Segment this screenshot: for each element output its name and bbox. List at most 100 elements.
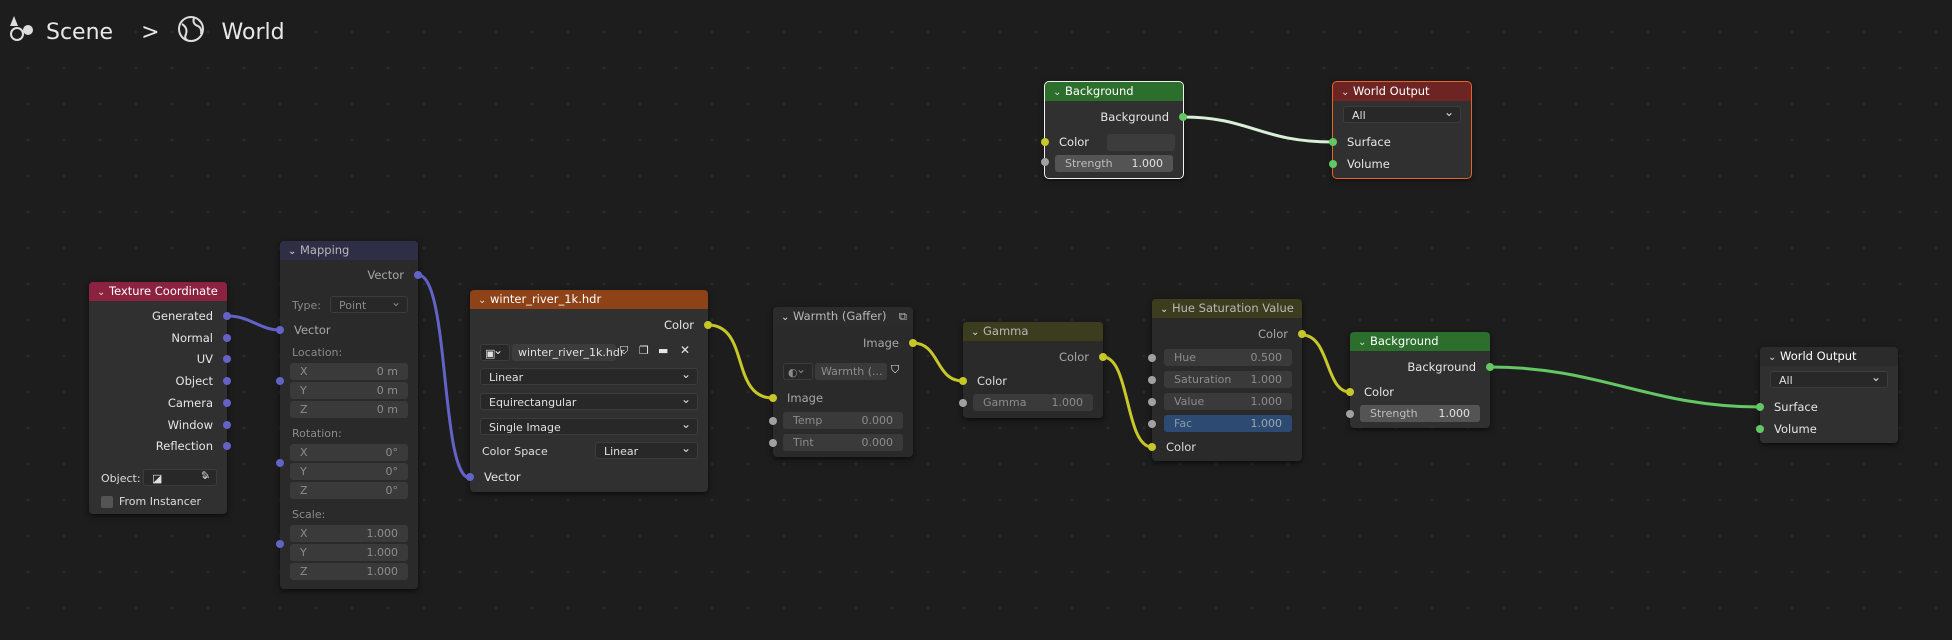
node-header[interactable]: ⌄ Background bbox=[1350, 332, 1490, 351]
output-socket[interactable] bbox=[223, 355, 231, 363]
collapse-icon[interactable]: ⌄ bbox=[478, 291, 490, 309]
breadcrumb-scene[interactable]: Scene bbox=[46, 20, 113, 45]
output-socket[interactable] bbox=[1486, 363, 1494, 371]
location-y-field[interactable]: Y0 m bbox=[290, 382, 408, 399]
input-socket[interactable] bbox=[769, 417, 777, 425]
rotation-z-field[interactable]: Z 0° bbox=[290, 482, 408, 499]
input-socket[interactable] bbox=[769, 439, 777, 447]
input-socket[interactable] bbox=[1148, 376, 1156, 384]
hue-field[interactable]: Hue 0.500 bbox=[1164, 349, 1292, 366]
collapse-icon[interactable]: ⌄ bbox=[97, 283, 109, 301]
texture-coordinate-node[interactable]: ⌄ Texture Coordinate Generated Normal UV … bbox=[89, 282, 231, 514]
image-name-field[interactable]: winter_river_1k.hdr bbox=[512, 344, 624, 361]
scale-z-field[interactable]: Z 1.000 bbox=[290, 563, 408, 580]
fac-field[interactable]: Fac 1.000 bbox=[1164, 415, 1292, 432]
input-socket[interactable] bbox=[959, 377, 967, 385]
group-name-field[interactable]: Warmth (... bbox=[815, 363, 887, 380]
input-socket[interactable] bbox=[466, 473, 474, 481]
collapse-icon[interactable]: ⌄ bbox=[1768, 348, 1780, 366]
from-instancer-checkbox[interactable] bbox=[101, 496, 113, 508]
output-socket[interactable] bbox=[1298, 330, 1306, 338]
collapse-icon[interactable]: ⌄ bbox=[1341, 83, 1353, 101]
mapping-node[interactable]: ⌄Mapping Vector Type: Point Vector Locat… bbox=[276, 241, 422, 589]
tint-field[interactable]: Tint 0.000 bbox=[783, 434, 903, 451]
target-dropdown[interactable]: All bbox=[1770, 369, 1888, 388]
node-header[interactable]: ⌄ World Output bbox=[1333, 82, 1471, 101]
collapse-icon[interactable]: ⌄ bbox=[288, 242, 300, 260]
input-socket[interactable] bbox=[276, 540, 284, 548]
input-socket[interactable] bbox=[1148, 354, 1156, 362]
node-header[interactable]: ⌄ Texture Coordinate bbox=[89, 282, 227, 301]
node-header[interactable]: ⌄ winter_river_1k.hdr bbox=[470, 290, 708, 309]
source-dropdown[interactable]: Single Image bbox=[480, 416, 698, 435]
unlink-icon[interactable]: ✕ bbox=[680, 343, 690, 357]
breadcrumb-world[interactable]: World bbox=[222, 20, 285, 45]
rotation-y-field[interactable]: Y 0° bbox=[290, 463, 408, 480]
color-space-dropdown[interactable]: Linear bbox=[595, 440, 698, 459]
fake-user-icon[interactable]: ⛉ bbox=[891, 363, 899, 377]
saturation-field[interactable]: Saturation 1.000 bbox=[1164, 371, 1292, 388]
eyedropper-icon[interactable]: ✎ bbox=[201, 469, 210, 482]
rotation-x-field[interactable]: X 0° bbox=[290, 444, 408, 461]
location-x-field[interactable]: X0 m bbox=[290, 363, 408, 380]
input-socket[interactable] bbox=[1329, 138, 1337, 146]
input-socket[interactable] bbox=[1346, 410, 1354, 418]
gamma-node[interactable]: ⌄ Gamma Color Color Gamma 1.000 bbox=[959, 322, 1107, 418]
interpolation-dropdown[interactable]: Linear bbox=[480, 366, 698, 385]
output-socket[interactable] bbox=[223, 421, 231, 429]
output-socket[interactable] bbox=[909, 339, 917, 347]
world-output-node[interactable]: ⌄World Output All Surface Volume bbox=[1756, 347, 1898, 443]
background-node-top[interactable]: ⌄ Background Background Color Strength 1.0… bbox=[1041, 81, 1187, 179]
target-dropdown[interactable]: All bbox=[1343, 104, 1461, 123]
node-header[interactable]: ⌄ Warmth (Gaffer) ⧉ bbox=[773, 307, 913, 326]
input-socket[interactable] bbox=[1346, 388, 1354, 396]
input-socket[interactable] bbox=[1148, 443, 1156, 451]
hue-saturation-value-node[interactable]: ⌄ Hue Saturation Value Color Hue 0.500 Sat… bbox=[1148, 299, 1306, 461]
output-socket[interactable] bbox=[414, 271, 422, 279]
color-swatch[interactable] bbox=[1107, 134, 1175, 151]
node-header[interactable]: ⌄ World Output bbox=[1760, 347, 1898, 366]
output-socket[interactable] bbox=[223, 377, 231, 385]
input-socket[interactable] bbox=[1329, 160, 1337, 168]
input-socket[interactable] bbox=[1756, 425, 1764, 433]
collapse-icon[interactable]: ⌄ bbox=[971, 323, 983, 341]
output-socket[interactable] bbox=[223, 442, 231, 450]
output-socket[interactable] bbox=[223, 312, 231, 320]
node-header[interactable]: ⌄ Mapping bbox=[280, 241, 418, 260]
node-header[interactable]: ⌄ Gamma bbox=[963, 322, 1103, 341]
duplicate-icon[interactable]: ❐ bbox=[639, 344, 649, 357]
environment-texture-node[interactable]: ⌄winter_river_1k.hdr Color ▣ winter_rive… bbox=[466, 290, 712, 492]
output-socket[interactable] bbox=[1099, 353, 1107, 361]
type-dropdown[interactable]: Point bbox=[330, 294, 408, 313]
collapse-icon[interactable]: ⌄ bbox=[1358, 333, 1370, 351]
scale-y-field[interactable]: Y 1.000 bbox=[290, 544, 408, 561]
value-field[interactable]: Value 1.000 bbox=[1164, 393, 1292, 410]
input-socket[interactable] bbox=[1148, 398, 1156, 406]
input-socket[interactable] bbox=[1041, 158, 1049, 166]
gamma-field[interactable]: Gamma 1.000 bbox=[973, 394, 1093, 411]
group-icon[interactable]: ⧉ bbox=[899, 307, 907, 326]
input-socket[interactable] bbox=[959, 399, 967, 407]
fake-user-icon[interactable]: ⛉ bbox=[620, 344, 628, 358]
image-browse-button[interactable]: ▣ bbox=[480, 342, 510, 361]
node-header[interactable]: ⌄ Hue Saturation Value bbox=[1152, 299, 1302, 318]
output-socket[interactable] bbox=[223, 399, 231, 407]
input-socket[interactable] bbox=[1041, 138, 1049, 146]
group-browse-button[interactable]: ◐ bbox=[783, 361, 813, 380]
strength-field[interactable]: Strength 1.000 bbox=[1360, 405, 1480, 422]
input-socket[interactable] bbox=[769, 394, 777, 402]
open-folder-icon[interactable]: ▬ bbox=[658, 344, 668, 357]
collapse-icon[interactable]: ⌄ bbox=[1160, 300, 1172, 318]
input-socket[interactable] bbox=[276, 377, 284, 385]
input-socket[interactable] bbox=[276, 459, 284, 467]
temp-field[interactable]: Temp 0.000 bbox=[783, 412, 903, 429]
world-output-node-top[interactable]: ⌄World Output All Surface Volume bbox=[1329, 81, 1472, 179]
strength-field[interactable]: Strength 1.000 bbox=[1055, 155, 1173, 172]
background-node[interactable]: ⌄ Background Background Color Strength 1.0… bbox=[1346, 332, 1494, 428]
projection-dropdown[interactable]: Equirectangular bbox=[480, 391, 698, 410]
collapse-icon[interactable]: ⌄ bbox=[1053, 83, 1065, 101]
input-socket[interactable] bbox=[1148, 420, 1156, 428]
output-socket[interactable] bbox=[1179, 113, 1187, 121]
scale-x-field[interactable]: X 1.000 bbox=[290, 525, 408, 542]
location-z-field[interactable]: Z0 m bbox=[290, 401, 408, 418]
